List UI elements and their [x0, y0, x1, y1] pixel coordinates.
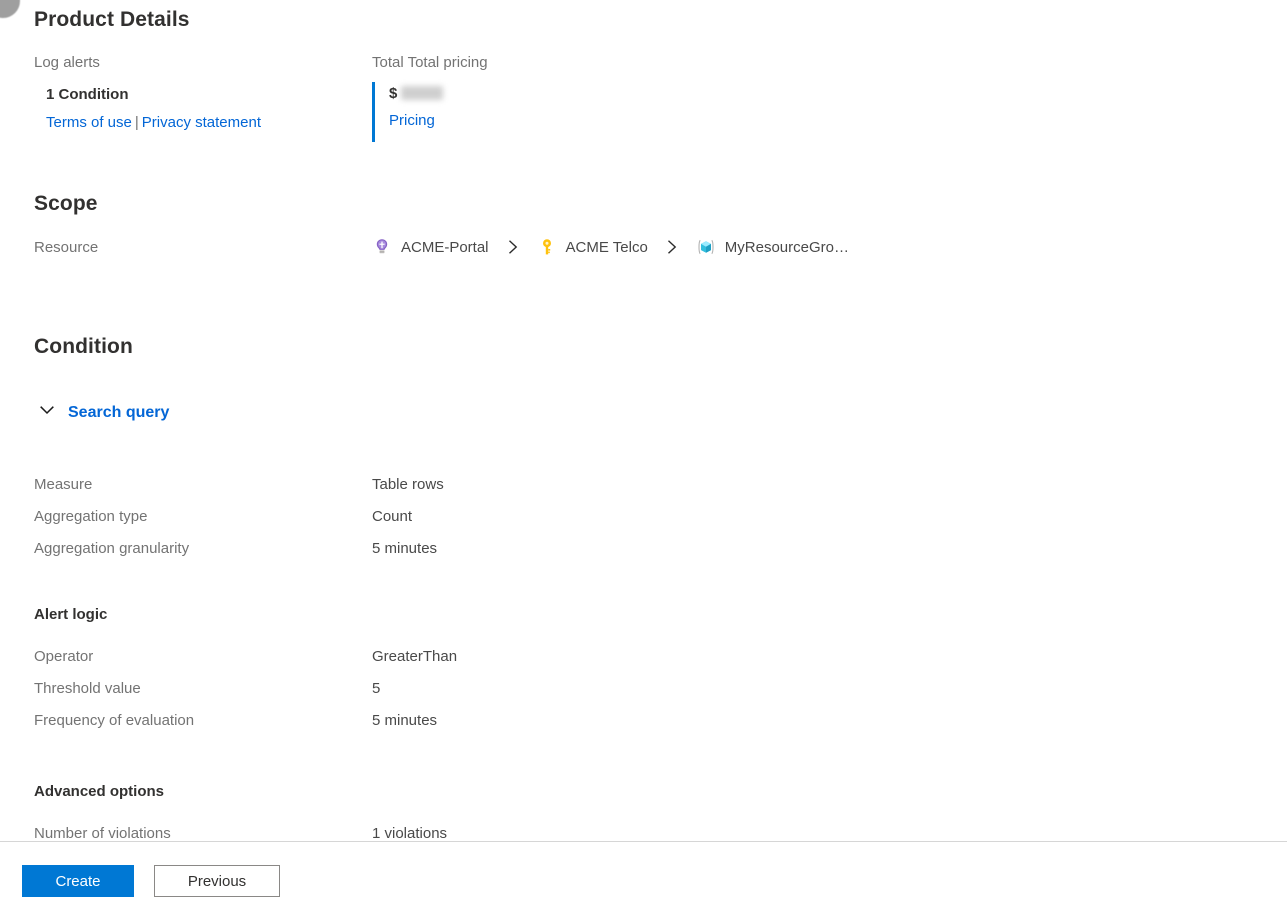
- condition-count-value: 1 Condition: [46, 86, 129, 103]
- wizard-footer: Create Previous: [0, 841, 1287, 915]
- detail-row: Operator GreaterThan: [34, 647, 934, 679]
- measure-group: Measure Table rows Aggregation type Coun…: [34, 475, 934, 571]
- pricing-link[interactable]: Pricing: [389, 112, 443, 129]
- threshold-value-value: 5: [372, 680, 381, 697]
- number-of-violations-label: Number of violations: [34, 825, 171, 841]
- detail-row: Aggregation type Count: [34, 507, 934, 539]
- search-query-toggle[interactable]: Search query: [38, 401, 169, 424]
- aggregation-type-value: Count: [372, 508, 413, 525]
- total-pricing-label: Total Total pricing: [372, 54, 488, 71]
- advanced-options-group: Number of violations 1 violations: [34, 824, 934, 841]
- measure-label: Measure: [34, 476, 93, 493]
- chevron-right-icon-1: [507, 239, 519, 255]
- product-details-heading: Product Details: [34, 8, 190, 31]
- resource-group-icon: [696, 237, 716, 257]
- detail-row: Threshold value 5: [34, 679, 934, 711]
- alert-logic-group: Operator GreaterThan Threshold value 5 F…: [34, 647, 934, 743]
- aggregation-granularity-value: 5 minutes: [372, 540, 438, 557]
- frequency-of-evaluation-label: Frequency of evaluation: [34, 712, 195, 729]
- corner-circle-fragment: [0, 0, 20, 18]
- price-currency-symbol: $: [389, 84, 398, 102]
- detail-row: Measure Table rows: [34, 475, 934, 507]
- condition-heading: Condition: [34, 335, 133, 358]
- legal-links: Terms of use | Privacy statement: [46, 114, 261, 132]
- advanced-options-heading: Advanced options: [34, 783, 165, 800]
- operator-value: GreaterThan: [372, 648, 458, 665]
- number-of-violations-value: 1 violations: [372, 825, 448, 841]
- previous-button[interactable]: Previous: [154, 865, 280, 897]
- chevron-right-icon-2: [666, 239, 678, 255]
- search-query-label: Search query: [68, 403, 170, 421]
- breadcrumb-item-subscription[interactable]: ACME Telco: [537, 237, 648, 257]
- scope-heading: Scope: [34, 192, 98, 215]
- threshold-value-label: Threshold value: [34, 680, 141, 697]
- privacy-statement-link[interactable]: Privacy statement: [142, 114, 261, 131]
- breadcrumb-label-tenant: ACME-Portal: [401, 238, 489, 256]
- chevron-down-icon: [38, 401, 56, 424]
- pricing-block: $ Pricing: [372, 82, 444, 142]
- alert-logic-heading: Alert logic: [34, 606, 108, 623]
- breadcrumb-item-resource-group[interactable]: MyResourceGro…: [696, 237, 849, 257]
- create-button[interactable]: Create: [22, 865, 134, 897]
- lightbulb-icon: [372, 237, 392, 257]
- price-redacted-value: [401, 86, 444, 100]
- aggregation-granularity-label: Aggregation granularity: [34, 540, 190, 557]
- breadcrumb-label-resource-group: MyResourceGro…: [724, 238, 849, 256]
- operator-label: Operator: [34, 648, 94, 665]
- breadcrumb-label-subscription: ACME Telco: [565, 238, 648, 256]
- detail-row: Frequency of evaluation 5 minutes: [34, 711, 934, 743]
- aggregation-type-label: Aggregation type: [34, 508, 148, 525]
- legal-links-separator: |: [134, 114, 139, 131]
- resource-label: Resource: [34, 239, 99, 256]
- review-create-pane: Product Details Log alerts 1 Condition T…: [0, 0, 1287, 841]
- detail-row: Number of violations 1 violations: [34, 824, 934, 841]
- scope-breadcrumb: ACME-Portal ACME Telco MyResourceGro…: [372, 233, 849, 261]
- measure-value: Table rows: [372, 476, 444, 493]
- key-icon: [537, 237, 557, 257]
- frequency-of-evaluation-value: 5 minutes: [372, 712, 438, 729]
- breadcrumb-item-tenant[interactable]: ACME-Portal: [372, 237, 489, 257]
- terms-of-use-link[interactable]: Terms of use: [46, 114, 132, 131]
- log-alerts-label: Log alerts: [34, 54, 100, 71]
- detail-row: Aggregation granularity 5 minutes: [34, 539, 934, 571]
- price-row: $: [389, 82, 444, 104]
